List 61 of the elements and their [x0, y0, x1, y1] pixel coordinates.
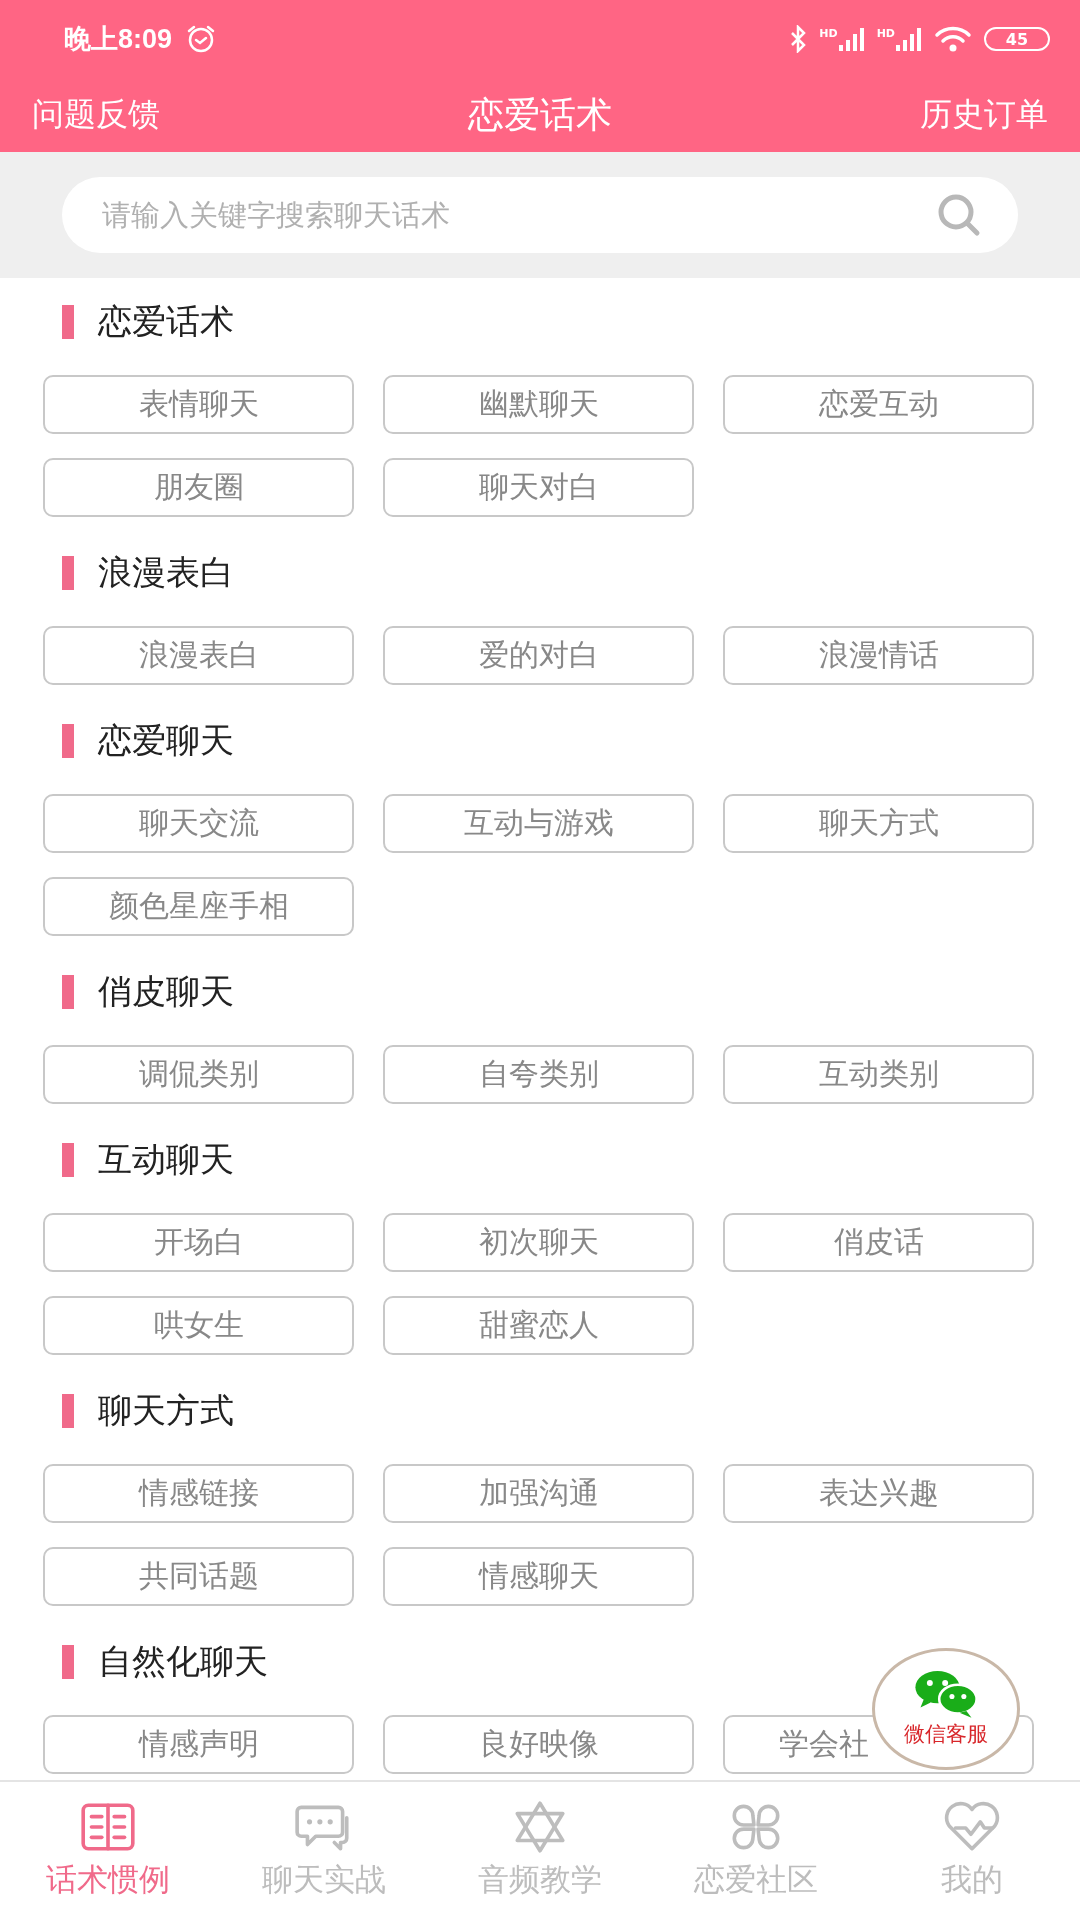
- section-title: 聊天方式: [98, 1389, 234, 1432]
- hd-label: HD: [876, 27, 895, 40]
- category-tag[interactable]: 共同话题: [43, 1547, 354, 1606]
- category-tag[interactable]: 朋友圈: [43, 458, 354, 517]
- nav-tab[interactable]: 恋爱社区: [648, 1782, 864, 1920]
- nav-tab[interactable]: 聊天实战: [216, 1782, 432, 1920]
- category-tag[interactable]: 情感声明: [43, 1715, 354, 1774]
- nav-tab[interactable]: 话术惯例: [0, 1782, 216, 1920]
- category-tag[interactable]: 互动类别: [723, 1045, 1034, 1104]
- category-tag[interactable]: 恋爱互动: [723, 375, 1034, 434]
- category-tag[interactable]: 表达兴趣: [723, 1464, 1034, 1523]
- category-tag[interactable]: 俏皮话: [723, 1213, 1034, 1272]
- category-tag[interactable]: 幽默聊天: [383, 375, 694, 434]
- category-tag[interactable]: 调侃类别: [43, 1045, 354, 1104]
- section-title: 俏皮聊天: [98, 970, 234, 1013]
- section-marker: [62, 305, 74, 339]
- bluetooth-icon: [789, 25, 808, 53]
- section-marker: [62, 1394, 74, 1428]
- wifi-icon: [934, 25, 972, 53]
- feedback-link[interactable]: 问题反馈: [32, 93, 160, 137]
- category-tag[interactable]: 加强沟通: [383, 1464, 694, 1523]
- wechat-service-button[interactable]: 微信客服: [872, 1648, 1020, 1770]
- section-title: 恋爱聊天: [98, 719, 234, 762]
- nav-tab[interactable]: 我的: [864, 1782, 1080, 1920]
- section-marker: [62, 1143, 74, 1177]
- alarm-icon: [186, 24, 217, 54]
- page-title: 恋爱话术: [468, 92, 612, 137]
- category-tag[interactable]: 颜色星座手相: [43, 877, 354, 936]
- signal-icon: [838, 27, 865, 51]
- section-title: 浪漫表白: [98, 551, 234, 594]
- category-tag[interactable]: 爱的对白: [383, 626, 694, 685]
- section-title: 恋爱话术: [98, 300, 234, 343]
- category-tag[interactable]: 聊天对白: [383, 458, 694, 517]
- section-marker: [62, 556, 74, 590]
- category-tag[interactable]: 互动与游戏: [383, 794, 694, 853]
- category-tag[interactable]: 表情聊天: [43, 375, 354, 434]
- category-tag[interactable]: 浪漫表白: [43, 626, 354, 685]
- section-title: 互动聊天: [98, 1138, 234, 1181]
- signal-icon: [896, 27, 922, 51]
- category-tag[interactable]: 甜蜜恋人: [383, 1296, 694, 1355]
- category-tag[interactable]: 哄女生: [43, 1296, 354, 1355]
- order-history-link[interactable]: 历史订单: [920, 93, 1048, 137]
- category-tag[interactable]: 良好映像: [383, 1715, 694, 1774]
- search-field[interactable]: 请输入关键字搜索聊天话术: [62, 177, 1018, 253]
- hd-label: HD: [819, 27, 838, 40]
- section-marker: [62, 975, 74, 1009]
- category-tag[interactable]: 浪漫情话: [723, 626, 1034, 685]
- category-tag[interactable]: 初次聊天: [383, 1213, 694, 1272]
- category-tag[interactable]: 自夸类别: [383, 1045, 694, 1104]
- category-tag[interactable]: 开场白: [43, 1213, 354, 1272]
- section-title: 自然化聊天: [98, 1640, 268, 1683]
- section-marker: [62, 724, 74, 758]
- category-tag[interactable]: 情感链接: [43, 1464, 354, 1523]
- section-marker: [62, 1645, 74, 1679]
- category-tag[interactable]: 聊天方式: [723, 794, 1034, 853]
- search-icon: [936, 192, 982, 238]
- category-tag[interactable]: 情感聊天: [383, 1547, 694, 1606]
- nav-tab[interactable]: 音频教学: [432, 1782, 648, 1920]
- status-time: 晚上8:09: [64, 23, 173, 56]
- battery-level: 45: [984, 27, 1050, 51]
- category-tag[interactable]: 聊天交流: [43, 794, 354, 853]
